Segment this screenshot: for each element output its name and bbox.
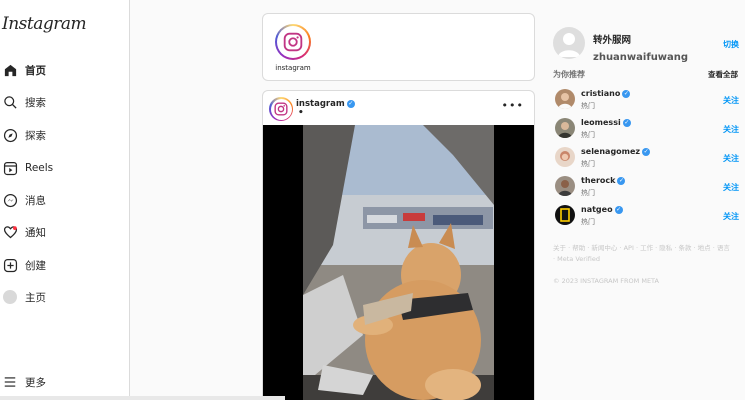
- suggestion-username[interactable]: selenagomez ✓: [581, 147, 651, 156]
- suggestion-subtitle: 热门: [581, 102, 595, 110]
- heart-icon: [1, 223, 19, 241]
- cat-in-car-image: [303, 125, 494, 400]
- nav-item-search[interactable]: 搜索: [0, 90, 128, 114]
- nav-label: Reels: [25, 162, 54, 174]
- suggestion-subtitle: 热门: [581, 218, 595, 226]
- nav-item-messages[interactable]: 消息: [0, 188, 128, 212]
- suggestion-avatar[interactable]: [555, 89, 575, 109]
- suggestions-title: 为你推荐: [553, 70, 585, 79]
- menu-icon: [1, 373, 19, 391]
- verified-badge-icon: ✓: [622, 118, 631, 127]
- post-caption-dot: •: [298, 108, 304, 118]
- suggestion-row: natgeo ✓ 热门 关注: [553, 205, 745, 233]
- current-user-name[interactable]: 转外服网: [593, 32, 631, 46]
- nav-label: 消息: [25, 194, 46, 207]
- suggestion-subtitle: 热门: [581, 160, 595, 168]
- suggestion-username[interactable]: cristiano ✓: [581, 89, 631, 98]
- nav-label: 通知: [25, 226, 46, 239]
- verified-badge-icon: ✓: [642, 147, 651, 156]
- post-username[interactable]: instagram ✓: [296, 99, 355, 109]
- see-all-link[interactable]: 查看全部: [708, 69, 738, 80]
- suggestion-subtitle: 热门: [581, 189, 595, 197]
- suggestion-avatar[interactable]: [555, 176, 575, 196]
- profile-avatar: [1, 288, 19, 306]
- current-user-avatar[interactable]: [553, 27, 585, 59]
- right-panel: 转外服网 zhuanwaifuwang 切换 为你推荐 查看全部 cristia…: [553, 0, 745, 400]
- suggestion-avatar[interactable]: [555, 147, 575, 167]
- suggestion-username[interactable]: natgeo ✓: [581, 205, 623, 214]
- copyright-text: © 2023 INSTAGRAM FROM META: [553, 277, 659, 285]
- post-header: instagram ✓ • •••: [263, 91, 534, 126]
- suggestion-username[interactable]: leomessi ✓: [581, 118, 631, 127]
- feed-post: instagram ✓ • •••: [262, 90, 535, 400]
- current-user-handle: zhuanwaifuwang: [593, 52, 689, 63]
- instagram-icon: [283, 32, 303, 52]
- suggestion-row: therock ✓ 热门 关注: [553, 176, 745, 204]
- suggestion-row: cristiano ✓ 热门 关注: [553, 89, 745, 117]
- compass-icon: [1, 126, 19, 144]
- horizontal-scrollbar[interactable]: [0, 396, 285, 400]
- nav-item-reels[interactable]: Reels: [0, 156, 128, 180]
- home-icon: [1, 61, 19, 79]
- follow-button[interactable]: 关注: [723, 153, 739, 164]
- nav-label: 首页: [25, 64, 46, 77]
- post-video[interactable]: [263, 125, 534, 400]
- verified-badge-icon: ✓: [614, 205, 623, 214]
- story-username: instagram: [275, 64, 311, 72]
- follow-button[interactable]: 关注: [723, 95, 739, 106]
- suggestion-avatar[interactable]: [555, 118, 575, 138]
- reels-icon: [1, 159, 19, 177]
- follow-button[interactable]: 关注: [723, 211, 739, 222]
- video-frame: [303, 125, 494, 400]
- stories-tray: instagram: [262, 13, 535, 81]
- more-options-icon[interactable]: •••: [502, 99, 524, 112]
- nav-item-create[interactable]: 创建: [0, 253, 128, 277]
- nav-label: 创建: [25, 259, 46, 272]
- footer-links[interactable]: 关于 · 帮助 · 新闻中心 · API · 工作 · 隐私 · 条款 · 地点…: [553, 243, 733, 265]
- follow-button[interactable]: 关注: [723, 124, 739, 135]
- nav-item-notifications[interactable]: 通知: [0, 220, 128, 244]
- nav-label: 探索: [25, 129, 46, 142]
- plus-square-icon: [1, 256, 19, 274]
- instagram-icon: [274, 102, 288, 116]
- messenger-icon: [1, 191, 19, 209]
- switch-account-link[interactable]: 切换: [723, 39, 739, 50]
- story-ring: [275, 24, 311, 60]
- suggestion-row: leomessi ✓ 热门 关注: [553, 118, 745, 146]
- nav-item-profile[interactable]: 主页: [0, 285, 128, 309]
- nav-item-explore[interactable]: 探索: [0, 123, 128, 147]
- instagram-logo[interactable]: Instagram: [2, 14, 87, 34]
- nav-item-home[interactable]: 首页: [0, 58, 128, 82]
- sidebar: Instagram 首页 搜索 探索 Reels 消息 通知 创建 主页 更多: [0, 0, 130, 400]
- follow-button[interactable]: 关注: [723, 182, 739, 193]
- nav-label: 搜索: [25, 96, 46, 109]
- nav-label: 更多: [25, 376, 46, 389]
- verified-badge-icon: ✓: [346, 99, 355, 108]
- nav-label: 主页: [25, 291, 46, 304]
- suggestion-subtitle: 热门: [581, 131, 595, 139]
- verified-badge-icon: ✓: [622, 89, 631, 98]
- nav-item-more[interactable]: 更多: [0, 370, 128, 394]
- verified-badge-icon: ✓: [617, 176, 626, 185]
- story-item[interactable]: instagram: [273, 24, 313, 72]
- suggestion-username[interactable]: therock ✓: [581, 176, 626, 185]
- search-icon: [1, 93, 19, 111]
- suggestion-avatar[interactable]: [555, 205, 575, 225]
- suggestion-row: selenagomez ✓ 热门 关注: [553, 147, 745, 175]
- post-avatar[interactable]: [269, 97, 293, 121]
